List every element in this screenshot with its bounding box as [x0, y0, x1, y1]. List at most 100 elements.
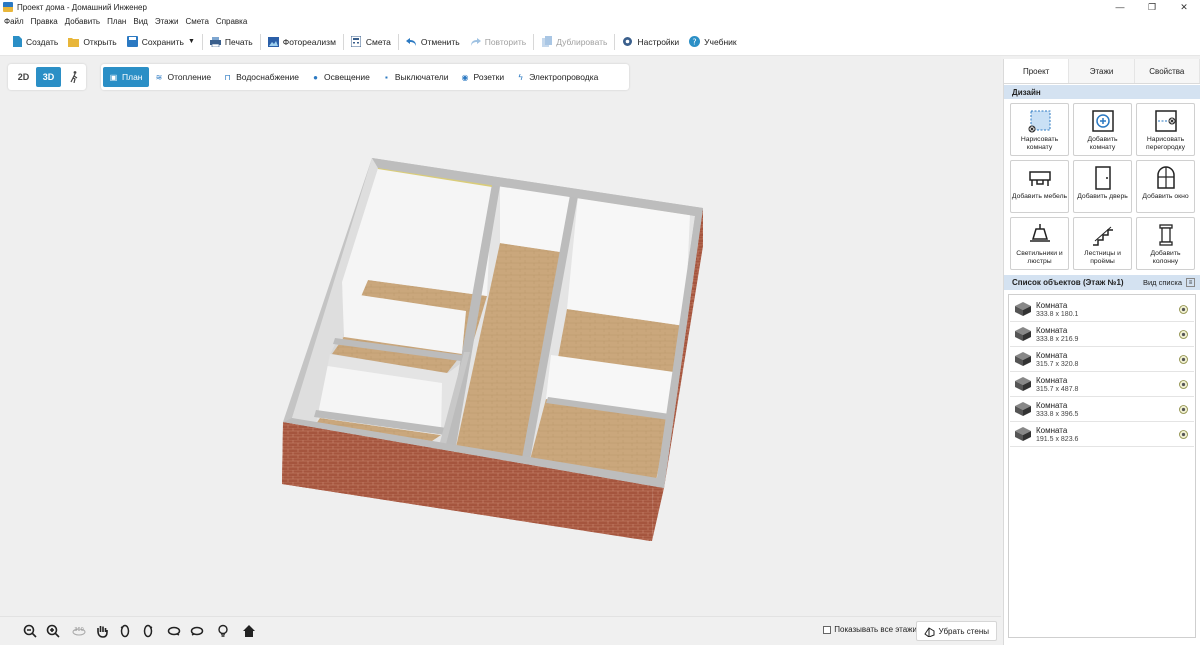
add-room-label: Добавить комнату: [1087, 136, 1118, 151]
menu-edit[interactable]: Правка: [31, 17, 58, 26]
home-view-button[interactable]: [239, 621, 259, 641]
zoom-out-button[interactable]: [20, 621, 40, 641]
list-view-label: Вид списка: [1142, 278, 1182, 287]
create-button[interactable]: Создать: [6, 31, 63, 53]
list-item[interactable]: Комната 333.8 x 180.1: [1010, 297, 1194, 322]
settings-button[interactable]: Настройки: [617, 31, 684, 53]
light-button[interactable]: [213, 621, 233, 641]
add-window-label: Добавить окно: [1142, 193, 1189, 200]
lamps-label: Светильники и люстры: [1016, 250, 1063, 265]
rotate-360-button[interactable]: 360: [69, 621, 89, 641]
lamps-button[interactable]: Светильники и люстры: [1010, 217, 1069, 270]
show-all-floors-toggle[interactable]: Показывать все этажи: [823, 625, 917, 634]
rotate-360-icon: 360: [72, 627, 86, 636]
tilt-up-button[interactable]: [164, 621, 184, 641]
door-icon: [1094, 166, 1111, 190]
object-list: Комната 333.8 x 180.1 Комната 333.8 x 216.…: [1008, 294, 1196, 638]
rotate-left-button[interactable]: [115, 621, 135, 641]
eye-icon[interactable]: [1179, 330, 1188, 339]
window-controls: — ❐ ✕: [1104, 0, 1200, 14]
rotate-right-button[interactable]: [138, 621, 158, 641]
tab-properties[interactable]: Свойства: [1134, 59, 1200, 83]
redo-icon: [470, 36, 481, 47]
tilt-down-icon: [190, 626, 204, 636]
show-all-floors-checkbox[interactable]: [823, 625, 832, 634]
stairs-button[interactable]: Лестницы и проёмы: [1073, 217, 1132, 270]
toolbar-divider: [201, 33, 203, 50]
add-column-button[interactable]: Добавить колонну: [1136, 217, 1195, 270]
printer-icon: [209, 36, 221, 47]
minimize-button[interactable]: —: [1104, 0, 1136, 14]
design-grid: Нарисовать комнату Добавить комнату Нари…: [1004, 99, 1200, 270]
list-item[interactable]: Комната 333.8 x 396.5: [1010, 397, 1194, 422]
hide-walls-button[interactable]: Убрать стены: [915, 621, 997, 641]
add-room-icon: [1091, 110, 1114, 132]
list-item[interactable]: Комната 191.5 x 823.6: [1010, 422, 1194, 447]
draw-partition-button[interactable]: Нарисовать перегородку: [1136, 103, 1195, 156]
photo-icon: [267, 36, 279, 47]
add-door-button[interactable]: Добавить дверь: [1073, 160, 1132, 213]
stairs-label: Лестницы и проёмы: [1084, 250, 1121, 265]
toolbar-divider: [533, 33, 535, 50]
estimate-button[interactable]: Смета: [346, 31, 396, 53]
eye-icon[interactable]: [1179, 305, 1188, 314]
list-item[interactable]: Комната 315.7 x 487.8: [1010, 372, 1194, 397]
undo-icon: [405, 36, 417, 47]
tab-floors[interactable]: Этажи: [1069, 59, 1135, 83]
app-icon: [3, 2, 13, 12]
eye-icon[interactable]: [1179, 430, 1188, 439]
save-icon: [126, 36, 138, 47]
viewport-3d[interactable]: 2D 3D ▣ План ≋ Отопление ⊓ Водоснабжение…: [0, 56, 1001, 616]
open-button[interactable]: Открыть: [63, 31, 121, 53]
hide-walls-label: Убрать стены: [938, 626, 989, 636]
menu-help[interactable]: Справка: [216, 17, 247, 26]
duplicate-button[interactable]: Дублировать: [536, 31, 612, 53]
add-window-button[interactable]: Добавить окно: [1136, 160, 1195, 213]
undo-button[interactable]: Отменить: [401, 31, 465, 53]
room-name: Комната: [1036, 300, 1068, 310]
eye-icon[interactable]: [1179, 405, 1188, 414]
add-furniture-button[interactable]: Добавить мебель: [1010, 160, 1069, 213]
maximize-button[interactable]: ❐: [1136, 0, 1168, 14]
photorealism-button[interactable]: Фотореализм: [263, 31, 341, 53]
tilt-down-button[interactable]: [187, 621, 207, 641]
room-size: 333.8 x 180.1: [1036, 310, 1079, 318]
list-item[interactable]: Комната 333.8 x 216.9: [1010, 322, 1194, 347]
rotate-right-icon: [143, 624, 153, 638]
save-button[interactable]: Сохранить ▼: [122, 31, 200, 53]
menu-view[interactable]: Вид: [133, 17, 147, 26]
eye-icon[interactable]: [1179, 355, 1188, 364]
duplicate-label: Дублировать: [556, 36, 608, 47]
tutorial-button[interactable]: ? Учебник: [684, 31, 742, 53]
print-button[interactable]: Печать: [205, 31, 258, 53]
zoom-in-button[interactable]: [43, 621, 63, 641]
room-icon: [1015, 302, 1031, 316]
menu-add[interactable]: Добавить: [65, 17, 100, 26]
chevron-down-icon[interactable]: ▼: [188, 38, 195, 45]
room-name: Комната: [1036, 375, 1068, 385]
folder-icon: [68, 36, 80, 47]
tab-project[interactable]: Проект: [1004, 59, 1070, 83]
menu-floors[interactable]: Этажи: [155, 17, 179, 26]
menu-estimate[interactable]: Смета: [185, 17, 208, 26]
list-item[interactable]: Комната 315.7 x 320.8: [1010, 347, 1194, 372]
toolbar-divider: [397, 33, 399, 50]
list-view-icon[interactable]: ≡: [1186, 278, 1195, 287]
object-list-title: Список объектов (Этаж №1): [1012, 278, 1124, 287]
eye-icon[interactable]: [1179, 380, 1188, 389]
menu-file[interactable]: Файл: [4, 17, 24, 26]
add-room-button[interactable]: Добавить комнату: [1073, 103, 1132, 156]
column-icon: [1158, 224, 1173, 246]
svg-text:360: 360: [74, 627, 84, 633]
estimate-label: Смета: [365, 36, 391, 47]
house-3d-model[interactable]: [0, 56, 1001, 616]
list-view-toggle[interactable]: Вид списка ≡: [1143, 278, 1195, 287]
add-door-label: Добавить дверь: [1077, 193, 1128, 200]
draw-room-button[interactable]: Нарисовать комнату: [1010, 103, 1069, 156]
pan-button[interactable]: [92, 621, 112, 641]
redo-button[interactable]: Повторить: [465, 31, 532, 53]
menu-plan[interactable]: План: [107, 17, 126, 26]
title-bar: Проект дома - Домашний Инженер — ❐ ✕: [0, 0, 1200, 14]
bulb-icon: [218, 624, 228, 637]
close-button[interactable]: ✕: [1168, 0, 1200, 14]
